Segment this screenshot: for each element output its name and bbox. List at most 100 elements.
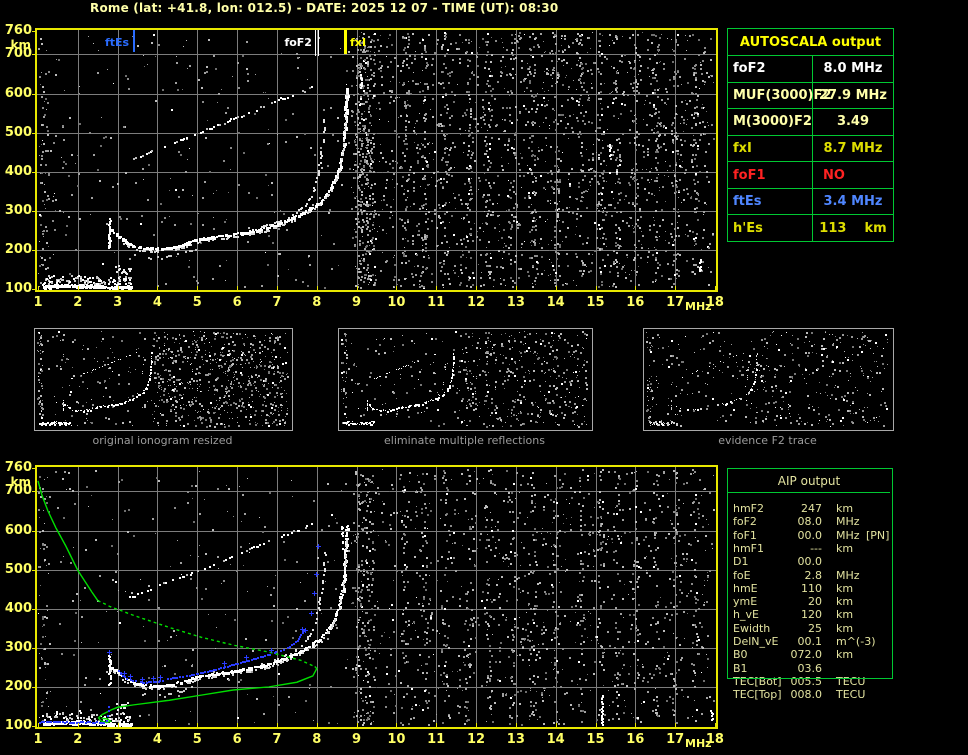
x-axis-tick-label: 12 (466, 295, 486, 310)
autoscala-table-header: AUTOSCALA output (739, 35, 882, 50)
aip-unit: MHz (836, 568, 860, 582)
aip-row-hmf1: hmF1 --- km (728, 542, 890, 555)
y-axis-tick-label: 760 (4, 23, 32, 38)
aip-unit: km (836, 581, 854, 595)
x-axis-tick-label: 10 (387, 732, 406, 747)
autoscala-row-value: 27.9 MHz (819, 87, 887, 103)
aip-val: 120 (801, 608, 822, 622)
x-axis-unit-label: MHz (685, 300, 712, 313)
autoscala-row-label: h'Es (728, 215, 813, 242)
thumbnail-caption-original: original ionogram resized (92, 434, 233, 447)
y-axis-tick-label: 500 (4, 125, 32, 140)
x-axis-tick-label: 4 (152, 732, 162, 747)
aip-row-tectop: TEC[Top] 008.0 TECU (728, 688, 890, 701)
y-axis-tick-label: 100 (4, 718, 32, 733)
aip-row-hmf2: hmF2 247 km (728, 502, 890, 515)
aip-row-ewidth: Ewidth 25 km (728, 622, 890, 635)
aip-unit: MHz (836, 515, 860, 529)
y-axis-tick-label: 600 (4, 523, 32, 538)
autoscala-row-muf3000f2: MUF(3000)F2 27.9 MHz (728, 81, 893, 109)
x-axis-tick-label: 8 (312, 295, 322, 310)
thumbnail-eliminate-reflections (338, 328, 593, 431)
aip-label: ymE (733, 595, 758, 609)
aip-val: 00.0 (797, 528, 823, 542)
aip-label: TEC[Top] (733, 688, 782, 702)
x-axis-tick-label: 16 (626, 295, 645, 310)
aip-label: foF2 (733, 515, 757, 529)
y-axis-tick-label: 760 (4, 460, 32, 475)
autoscala-row-value: 3.49 (836, 114, 870, 130)
autoscala-row-label: M(3000)F2 (728, 109, 813, 135)
autoscala-row-label: MUF(3000)F2 (728, 82, 831, 109)
aip-unit: km (836, 621, 854, 635)
autoscala-output-table: AUTOSCALA output foF2 8.0 MHz MUF(3000)F2 2… (727, 28, 894, 242)
x-axis-tick-label: 3 (113, 732, 123, 747)
aip-label: DelN_vE (733, 635, 779, 648)
aip-val: 25 (808, 621, 822, 635)
x-axis-tick-label: 6 (232, 732, 242, 747)
aip-row-delnve: DelN_vE 00.1 m^(-3) (728, 635, 890, 648)
autoscala-row-m3000f2: M(3000)F2 3.49 (728, 108, 893, 135)
aip-table-rows: hmF2 247 km foF2 08.0 MHz foF1 00.0 MHz [PN] hmF1 -… (727, 468, 893, 710)
aip-label: Ewidth (733, 621, 771, 635)
x-axis-tick-label: 13 (506, 732, 525, 747)
autoscala-row-fxi: fxI 8.7 MHz (728, 134, 893, 162)
autoscala-row-value: NO (823, 167, 845, 183)
x-axis-tick-label: 17 (666, 295, 685, 310)
x-axis-tick-label: 1 (33, 732, 43, 747)
y-axis-tick-label: 300 (4, 640, 32, 655)
x-axis-tick-label: 4 (152, 295, 162, 310)
thumbnail-caption-evidence: evidence F2 trace (718, 434, 817, 447)
x-axis-tick-label: 18 (705, 295, 724, 310)
autoscala-row-label: foF1 (728, 162, 813, 188)
aip-val: 247 (801, 502, 822, 515)
aip-row-tecbot: TEC[Bot] 005.5 TECU (728, 675, 890, 688)
aip-label: B0 (733, 648, 748, 662)
autoscala-row-value: 113 km (819, 220, 887, 236)
aip-val: 00.0 (797, 555, 823, 569)
aip-row-d1: D1 00.0 (728, 555, 890, 568)
aip-row-b1: B1 03.6 (728, 662, 890, 675)
aip-val: 08.0 (797, 515, 823, 529)
x-axis-tick-label: 1 (33, 295, 43, 310)
x-axis-tick-label: 10 (387, 295, 406, 310)
aip-val: 005.5 (790, 674, 823, 688)
x-axis-unit-label: MHz (685, 737, 712, 750)
x-axis-tick-label: 13 (506, 295, 525, 310)
y-axis-tick-label: 700 (4, 46, 32, 61)
x-axis-tick-label: 12 (466, 732, 486, 747)
aip-row-foe: foE 2.8 MHz (728, 569, 890, 582)
x-axis-tick-label: 5 (192, 732, 202, 747)
x-axis-tick-label: 9 (352, 732, 362, 747)
autoscala-row-value: 3.4 MHz (823, 194, 883, 210)
y-axis-unit-label: km (10, 475, 31, 489)
x-axis-tick-label: 7 (272, 295, 282, 310)
aip-unit: TECU (836, 674, 866, 688)
x-axis-tick-label: 15 (586, 295, 605, 310)
aip-row-yme: ymE 20 km (728, 595, 890, 608)
aip-row-hve: h_vE 120 km (728, 608, 890, 621)
autoscala-row-fof2: foF2 8.0 MHz (728, 55, 893, 82)
y-axis-tick-label: 400 (4, 164, 32, 179)
thumbnail-original-canvas (35, 329, 290, 428)
aip-unit: m^(-3) (836, 635, 876, 648)
x-axis-tick-label: 9 (352, 295, 362, 310)
autoscala-row-label: foF2 (728, 56, 813, 82)
y-axis-tick-label: 200 (4, 242, 32, 257)
aip-label: hmF2 (733, 502, 765, 515)
thumbnail-evidence-canvas (644, 329, 891, 428)
aip-val: --- (810, 541, 822, 555)
aip-label: hmF1 (733, 541, 765, 555)
aip-row-b0: B0 072.0 km (728, 648, 890, 661)
thumbnail-eliminate-canvas (339, 329, 590, 428)
aip-label: foE (733, 568, 751, 582)
aip-val: 20 (808, 595, 822, 609)
aip-unit: km (836, 648, 854, 662)
aip-label: hmE (733, 581, 758, 595)
x-axis-tick-label: 16 (626, 732, 645, 747)
aip-unit: MHz (836, 528, 860, 542)
aip-unit: km (836, 502, 854, 515)
aip-label: h_vE (733, 608, 759, 622)
x-axis-tick-label: 11 (427, 295, 446, 310)
autoscala-window: Rome (lat: +41.8, lon: 012.5) - DATE: 20… (0, 0, 968, 755)
